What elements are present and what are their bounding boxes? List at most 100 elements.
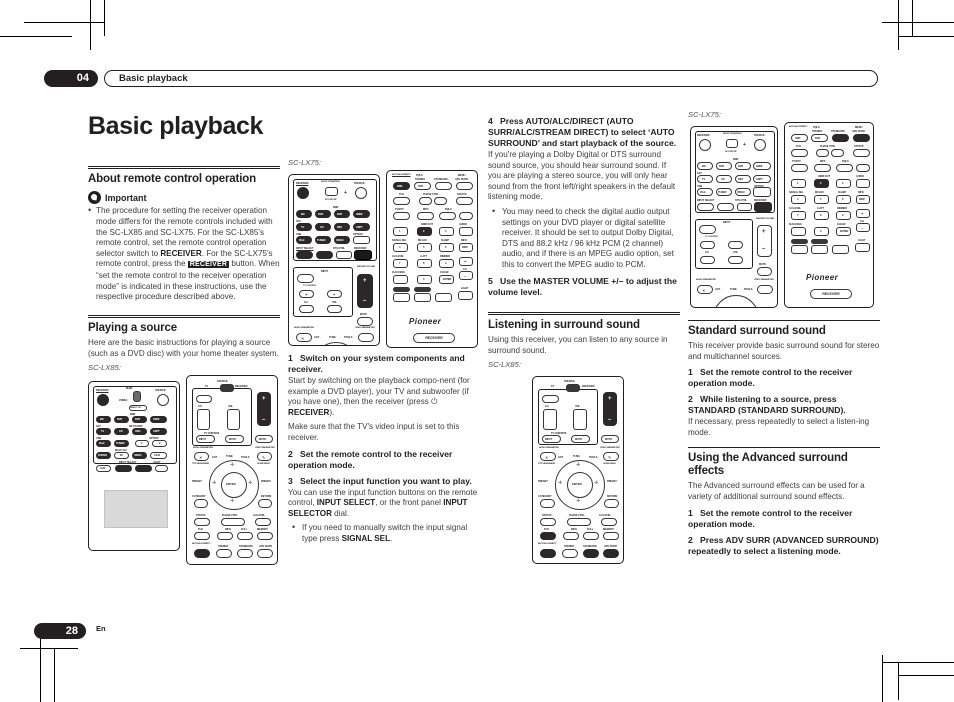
vol-down-button[interactable]	[728, 256, 743, 264]
d-access-button[interactable]	[393, 275, 408, 284]
receiver-mode-button[interactable]	[754, 202, 772, 212]
memory-button[interactable]	[257, 532, 273, 541]
return-button[interactable]	[604, 499, 619, 509]
ch-rocker[interactable]	[197, 409, 210, 431]
source-power-button[interactable]	[754, 139, 766, 151]
number-button-9[interactable]	[836, 211, 851, 220]
input-select-next-button[interactable]	[316, 251, 333, 259]
dpad-ring[interactable]	[713, 295, 759, 307]
auto-alc-direct-button[interactable]	[194, 549, 210, 559]
status-button[interactable]	[540, 518, 556, 527]
vol-down-button[interactable]	[327, 305, 342, 313]
input-select-next-button[interactable]	[717, 203, 734, 211]
audio-button[interactable]	[459, 227, 473, 236]
sts-ctrl-button[interactable]	[737, 203, 752, 211]
phase-ctrl-button[interactable]	[567, 518, 591, 527]
standard-button[interactable]	[435, 182, 452, 190]
number-button-2[interactable]	[814, 179, 829, 188]
thx-button[interactable]	[540, 532, 556, 541]
source-button-2[interactable]	[414, 293, 431, 302]
multi-operation-button[interactable]	[726, 139, 738, 148]
input-select-next-button[interactable]	[135, 465, 152, 473]
memory-button[interactable]	[603, 532, 619, 541]
receiver-power-button[interactable]	[297, 187, 309, 199]
number-button-6[interactable]	[439, 243, 454, 252]
tv-power-button[interactable]	[699, 225, 716, 234]
full-button[interactable]	[237, 532, 253, 541]
number-button-7[interactable]	[393, 259, 408, 268]
number-button-8[interactable]	[417, 259, 432, 268]
video-parameter-button[interactable]	[757, 285, 773, 294]
number-button-0[interactable]	[417, 275, 432, 284]
tv-power-button[interactable]	[196, 395, 212, 404]
skip-button[interactable]	[856, 164, 870, 172]
receiver-mode-button-highlighted[interactable]	[354, 250, 372, 260]
audio-button[interactable]	[856, 179, 870, 188]
ch-level-button[interactable]	[601, 518, 617, 527]
number-button-1[interactable]	[393, 227, 408, 236]
status-button[interactable]	[853, 149, 870, 157]
number-button-9[interactable]	[439, 259, 454, 268]
number-button-0[interactable]	[814, 227, 829, 236]
ch-down-button[interactable]	[700, 256, 715, 264]
phase-ctrl-button[interactable]	[221, 518, 245, 527]
mute-button[interactable]	[757, 267, 772, 276]
d-access-button[interactable]	[791, 227, 806, 236]
tv-dtv-button[interactable]	[393, 212, 410, 220]
mpx-button[interactable]	[417, 212, 434, 220]
source-button-1[interactable]	[791, 245, 808, 254]
tv-power-button[interactable]	[297, 274, 314, 283]
dpad-ring[interactable]	[313, 342, 359, 345]
source-label-1[interactable]	[791, 239, 808, 244]
thx-button[interactable]	[194, 532, 210, 541]
standard-button-highlighted[interactable]	[832, 134, 849, 142]
info-button[interactable]	[217, 532, 233, 541]
ch-rocker[interactable]	[543, 409, 557, 431]
adv-surr-button-highlighted[interactable]	[853, 134, 870, 142]
number-button-3[interactable]	[836, 179, 851, 188]
tv-dtv-button[interactable]	[791, 164, 808, 172]
input-select-prev-button[interactable]	[697, 203, 714, 211]
status-button[interactable]	[456, 197, 473, 205]
number-button-5[interactable]	[814, 195, 829, 204]
receiver-power-button[interactable]	[699, 139, 711, 151]
adv-surr-button[interactable]	[257, 549, 273, 559]
source-label-2[interactable]	[414, 287, 431, 292]
standard-button-highlighted[interactable]	[583, 549, 599, 559]
phase-next-button[interactable]	[434, 197, 447, 205]
vol-up-button[interactable]	[728, 241, 743, 249]
option-button[interactable]	[353, 236, 370, 244]
number-button-4[interactable]	[791, 195, 806, 204]
thx-button[interactable]	[393, 197, 410, 205]
operation-selector-switch[interactable]	[566, 384, 580, 393]
option-button[interactable]	[753, 187, 771, 197]
full-button[interactable]	[583, 532, 599, 541]
ch-up-button[interactable]	[700, 241, 715, 249]
pqls-button[interactable]	[439, 212, 456, 220]
light-button[interactable]	[458, 291, 473, 300]
standard-button[interactable]	[237, 549, 253, 559]
vol-rocker[interactable]	[573, 409, 587, 431]
source-button-1[interactable]	[393, 293, 410, 302]
ch-down-button[interactable]	[299, 305, 314, 313]
video-parameter-button[interactable]	[358, 333, 374, 342]
light-button[interactable]	[155, 465, 168, 473]
input-select-prev-button[interactable]	[115, 465, 132, 473]
pqls-button[interactable]	[836, 164, 853, 172]
tv-power-button[interactable]	[542, 395, 559, 404]
mute-button[interactable]	[357, 317, 373, 326]
mpx-button[interactable]	[814, 164, 831, 172]
source-button-3[interactable]	[832, 245, 849, 254]
operation-selector-switch[interactable]	[133, 391, 141, 403]
adv-surr-button-highlighted[interactable]	[603, 549, 619, 559]
number-button-5[interactable]	[417, 243, 432, 252]
sts-ctrl-button[interactable]	[336, 251, 352, 259]
phase-next-button[interactable]	[831, 149, 844, 157]
number-button-6[interactable]	[836, 195, 851, 204]
source-power-button[interactable]	[355, 187, 367, 199]
adv-surr-button[interactable]	[456, 182, 473, 190]
category-button[interactable]	[194, 499, 208, 509]
status-button[interactable]	[194, 518, 210, 527]
return-button[interactable]	[258, 499, 272, 509]
thx-button[interactable]	[791, 149, 808, 157]
